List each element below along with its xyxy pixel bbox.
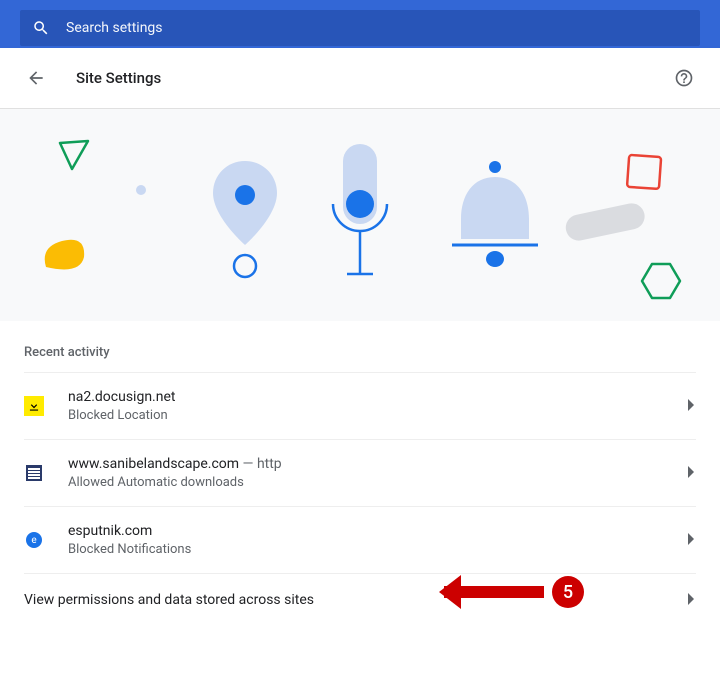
location-icon (205, 161, 285, 279)
site-row-text: www.sanibelandscape.com — http Allowed A… (68, 454, 680, 492)
site-name: esputnik.com (68, 523, 152, 539)
microphone-icon (325, 144, 395, 294)
site-row-text: esputnik.com Blocked Notifications (68, 521, 680, 559)
view-all-permissions-label: View permissions and data stored across … (24, 592, 680, 608)
help-button[interactable] (672, 66, 696, 90)
content: Recent activity na2.docusign.net Blocked… (0, 321, 720, 626)
grid-icon (26, 465, 42, 481)
site-proto: — http (239, 456, 282, 472)
chevron-right-icon (688, 593, 696, 608)
back-button[interactable] (24, 66, 48, 90)
arrow-left-icon (26, 68, 46, 88)
help-icon (674, 68, 694, 88)
site-row-text: na2.docusign.net Blocked Location (68, 387, 680, 425)
square-icon (625, 153, 665, 193)
chevron-right-icon (688, 399, 696, 414)
pill-icon (565, 201, 655, 241)
page-header: Site Settings (0, 48, 720, 109)
bell-icon (440, 159, 550, 279)
site-status: Allowed Automatic downloads (68, 474, 680, 492)
search-settings[interactable]: Search settings (20, 10, 700, 46)
favicon-sanibel (24, 463, 44, 483)
chevron-right-icon (688, 533, 696, 548)
blob-icon (40, 237, 88, 273)
site-status: Blocked Notifications (68, 541, 680, 559)
illustration-banner (0, 109, 720, 321)
site-row-esputnik[interactable]: e esputnik.com Blocked Notifications (24, 506, 696, 573)
page-title: Site Settings (76, 69, 672, 87)
site-row-sanibel[interactable]: www.sanibelandscape.com — http Allowed A… (24, 439, 696, 506)
site-name: na2.docusign.net (68, 389, 175, 405)
search-icon (32, 19, 50, 37)
globe-icon: e (26, 532, 42, 548)
favicon-esputnik: e (24, 530, 44, 550)
view-all-permissions-row[interactable]: View permissions and data stored across … (24, 573, 696, 626)
download-icon (27, 399, 41, 413)
top-bar: Search settings (0, 0, 720, 48)
site-name: www.sanibelandscape.com (68, 456, 239, 472)
dot-icon (135, 184, 147, 196)
chevron-right-icon (688, 466, 696, 481)
hexagon-icon (640, 261, 682, 301)
section-title: Recent activity (24, 321, 696, 372)
site-row-docusign[interactable]: na2.docusign.net Blocked Location (24, 372, 696, 439)
favicon-docusign (24, 396, 44, 416)
search-placeholder: Search settings (66, 20, 163, 36)
site-status: Blocked Location (68, 407, 680, 425)
triangle-icon (58, 139, 92, 173)
